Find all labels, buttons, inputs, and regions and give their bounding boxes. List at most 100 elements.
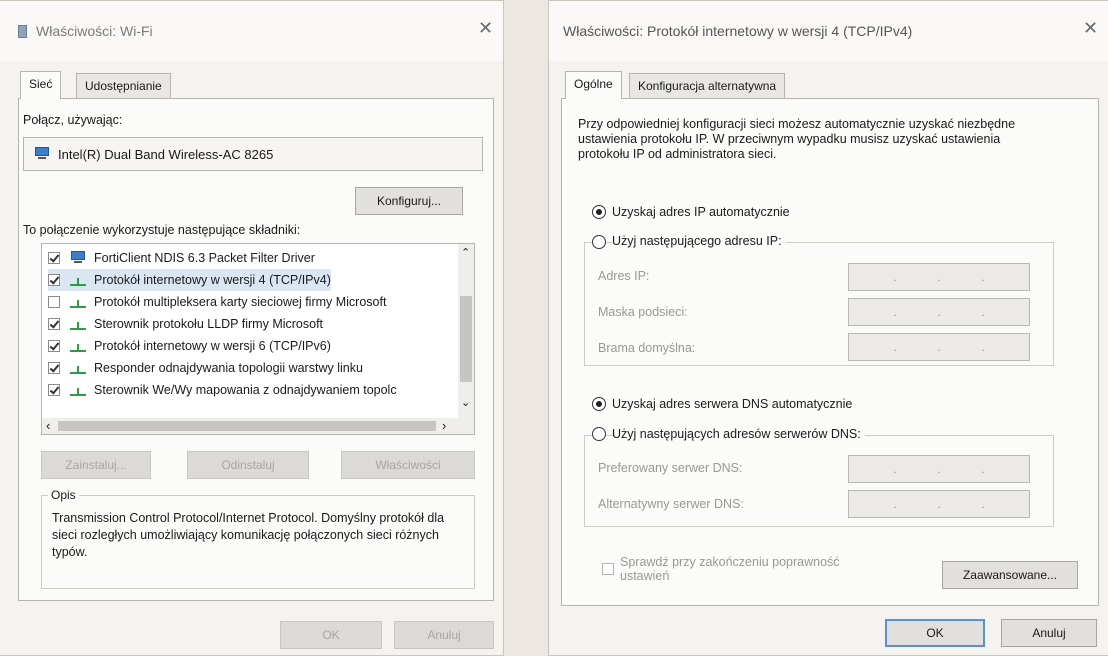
properties-button[interactable]: Właściwości <box>341 451 475 479</box>
dns-auto-radio[interactable] <box>592 397 606 411</box>
scroll-down-icon[interactable]: ⌄ <box>461 396 470 409</box>
checkbox[interactable] <box>48 274 60 286</box>
validate-label-line2: ustawień <box>620 569 670 583</box>
alternate-dns-field[interactable]: ... <box>848 490 1030 518</box>
ip-octet-separator: . <box>981 305 985 319</box>
configure-button[interactable]: Konfiguruj... <box>355 187 463 215</box>
install-button[interactable]: Zainstaluj... <box>41 451 151 479</box>
dns-manual-radio[interactable] <box>592 427 606 441</box>
wifi-properties-window: Właściwości: Wi-Fi ✕ Sieć Udostępnianie … <box>0 0 504 656</box>
ip-octet-separator: . <box>937 462 941 476</box>
gateway-field[interactable]: ... <box>848 333 1030 361</box>
ip-address-label: Adres IP: <box>598 269 650 283</box>
list-item[interactable]: Sterownik protokołu LLDP firmy Microsoft <box>48 313 323 335</box>
horizontal-scrollbar[interactable]: ‹ › <box>42 418 474 434</box>
tab-ogolne[interactable]: Ogólne <box>565 71 622 99</box>
dns-auto-label: Uzyskaj adres serwera DNS automatycznie <box>612 397 853 411</box>
ip-auto-radio[interactable] <box>592 205 606 219</box>
scroll-up-icon[interactable]: ⌃ <box>461 246 470 259</box>
component-label: Protokół internetowy w wersji 6 (TCP/IPv… <box>94 339 331 353</box>
list-item[interactable]: Responder odnajdywania topologii warstwy… <box>48 357 363 379</box>
network-adapter-icon <box>32 147 52 161</box>
network-adapter-icon <box>18 25 27 38</box>
ip-auto-label: Uzyskaj adres IP automatycznie <box>612 205 790 219</box>
ipv4-properties-window: Właściwości: Protokół internetowy w wers… <box>548 0 1108 656</box>
cancel-button[interactable]: Anuluj <box>394 621 494 649</box>
checkbox[interactable] <box>48 362 60 374</box>
tab-panel: Połącz, używając: Intel(R) Dual Band Wir… <box>18 98 494 601</box>
ip-octet-separator: . <box>937 497 941 511</box>
ip-octet-separator: . <box>981 462 985 476</box>
title-bar: Właściwości: Wi-Fi ✕ <box>0 1 503 61</box>
tab-konfiguracja-alternatywna[interactable]: Konfiguracja alternatywna <box>629 73 786 99</box>
network-protocol-icon <box>68 339 88 353</box>
computer-icon <box>68 251 88 265</box>
ip-octet-separator: . <box>893 270 897 284</box>
ip-manual-label: Użyj następującego adresu IP: <box>612 234 786 248</box>
preferred-dns-label: Preferowany serwer DNS: <box>598 461 743 475</box>
checkbox[interactable] <box>48 384 60 396</box>
ip-octet-separator: . <box>937 305 941 319</box>
ip-octet-separator: . <box>893 462 897 476</box>
scrollbar-thumb[interactable] <box>58 421 436 431</box>
ok-button[interactable]: OK <box>885 619 985 647</box>
list-item-selected[interactable]: Protokół internetowy w wersji 4 (TCP/IPv… <box>48 269 331 291</box>
ip-octet-separator: . <box>893 305 897 319</box>
checkbox[interactable] <box>48 318 60 330</box>
components-list: FortiClient NDIS 6.3 Packet Filter Drive… <box>41 243 475 435</box>
components-label: To połączenie wykorzystuje następujące s… <box>23 223 301 237</box>
ip-octet-separator: . <box>893 497 897 511</box>
checkbox[interactable] <box>48 296 60 308</box>
validate-label: Sprawdź przy zakończeniu poprawność usta… <box>620 555 840 583</box>
dns-manual-label: Użyj następujących adresów serwerów DNS: <box>612 427 865 441</box>
vertical-scrollbar[interactable]: ⌃ ⌄ <box>458 244 474 418</box>
adapter-name: Intel(R) Dual Band Wireless-AC 8265 <box>58 146 274 162</box>
list-item[interactable]: Protokół internetowy w wersji 6 (TCP/IPv… <box>48 335 331 357</box>
window-title: Właściwości: Wi-Fi <box>36 23 153 39</box>
subnet-mask-label: Maska podsieci: <box>598 305 688 319</box>
network-protocol-icon <box>68 317 88 331</box>
preferred-dns-field[interactable]: ... <box>848 455 1030 483</box>
ip-address-field[interactable]: ... <box>848 263 1030 291</box>
window-title: Właściwości: Protokół internetowy w wers… <box>563 23 913 39</box>
list-item[interactable]: Sterownik We/Wy mapowania z odnajdywanie… <box>48 379 397 401</box>
ip-manual-radio[interactable] <box>592 235 606 249</box>
title-bar: Właściwości: Protokół internetowy w wers… <box>549 1 1108 61</box>
list-item[interactable]: Protokół multipleksera karty sieciowej f… <box>48 291 386 313</box>
validate-checkbox[interactable] <box>602 563 614 575</box>
connect-using-label: Połącz, używając: <box>23 113 123 127</box>
alternate-dns-label: Alternatywny serwer DNS: <box>598 497 744 511</box>
component-label: Responder odnajdywania topologii warstwy… <box>94 361 363 375</box>
ip-octet-separator: . <box>981 497 985 511</box>
close-icon[interactable]: ✕ <box>1083 19 1098 37</box>
advanced-button[interactable]: Zaawansowane... <box>942 561 1078 589</box>
intro-text: Przy odpowiedniej konfiguracji sieci moż… <box>578 117 1016 161</box>
scrollbar-thumb[interactable] <box>460 296 472 382</box>
description-heading: Opis <box>48 488 79 502</box>
tab-panel: Przy odpowiedniej konfiguracji sieci moż… <box>561 98 1099 606</box>
checkbox[interactable] <box>48 252 60 264</box>
tab-siec[interactable]: Sieć <box>20 71 62 99</box>
ip-octet-separator: . <box>981 270 985 284</box>
close-icon[interactable]: ✕ <box>478 19 493 37</box>
ip-octet-separator: . <box>893 340 897 354</box>
component-label: Protokół internetowy w wersji 4 (TCP/IPv… <box>94 273 331 287</box>
tab-udostepnianie[interactable]: Udostępnianie <box>76 73 171 99</box>
ok-button[interactable]: OK <box>280 621 382 649</box>
list-item[interactable]: FortiClient NDIS 6.3 Packet Filter Drive… <box>48 247 315 269</box>
component-label: Sterownik We/Wy mapowania z odnajdywanie… <box>94 383 397 397</box>
network-protocol-icon <box>68 273 88 287</box>
uninstall-button[interactable]: Odinstaluj <box>187 451 309 479</box>
network-protocol-icon <box>68 361 88 375</box>
checkbox[interactable] <box>48 340 60 352</box>
component-label: FortiClient NDIS 6.3 Packet Filter Drive… <box>94 251 315 265</box>
subnet-mask-field[interactable]: ... <box>848 298 1030 326</box>
component-label: Protokół multipleksera karty sieciowej f… <box>94 295 387 309</box>
cancel-button[interactable]: Anuluj <box>1001 619 1097 647</box>
scroll-left-icon[interactable]: ‹ <box>46 418 50 433</box>
scroll-right-icon[interactable]: › <box>442 418 446 433</box>
gateway-label: Brama domyślna: <box>598 341 696 355</box>
ip-octet-separator: . <box>937 270 941 284</box>
component-label: Sterownik protokołu LLDP firmy Microsoft <box>94 317 324 331</box>
ip-octet-separator: . <box>937 340 941 354</box>
